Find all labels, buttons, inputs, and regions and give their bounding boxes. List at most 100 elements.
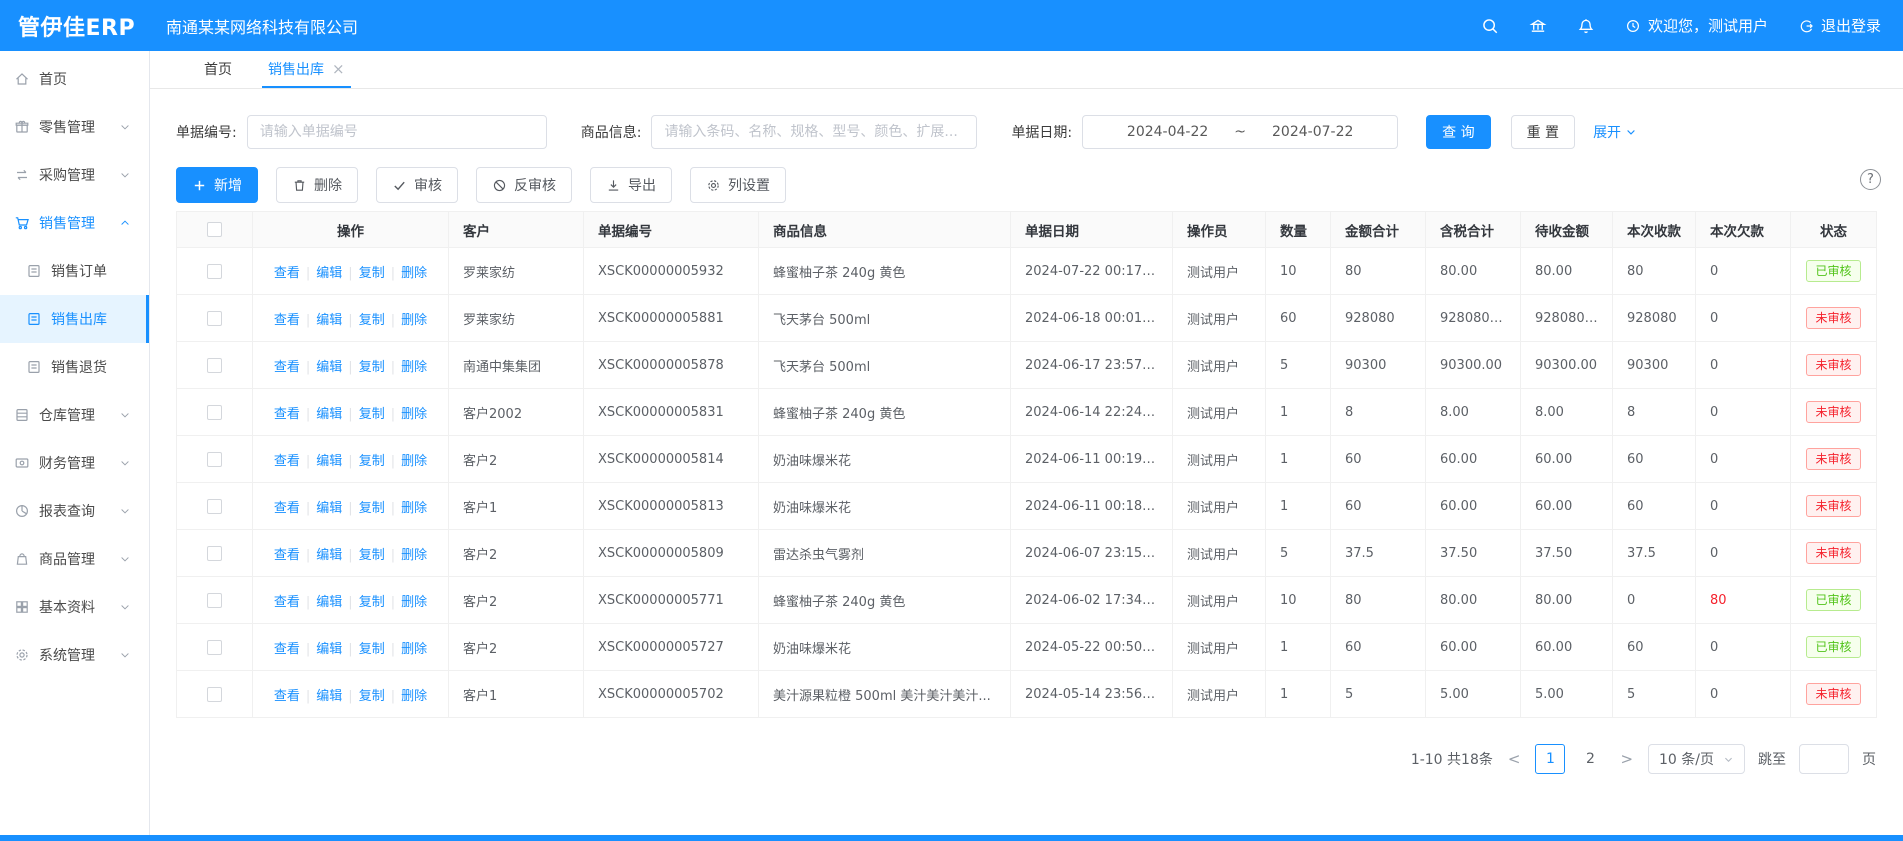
export-button[interactable]: 导出: [590, 167, 672, 203]
row-checkbox[interactable]: [207, 405, 222, 420]
action-view-link[interactable]: 查看: [274, 642, 300, 657]
action-delete-link[interactable]: 删除: [401, 548, 427, 563]
action-view-link[interactable]: 查看: [274, 689, 300, 704]
action-edit-link[interactable]: 编辑: [316, 313, 342, 328]
action-delete-link[interactable]: 删除: [401, 313, 427, 328]
unaudit-button[interactable]: 反审核: [476, 167, 572, 203]
sidebar-subitem-sales-outbound[interactable]: 销售出库: [0, 295, 149, 343]
sidebar-item-warehouse[interactable]: 仓库管理: [0, 391, 149, 439]
sidebar-subitem-sales-order[interactable]: 销售订单: [0, 247, 149, 295]
action-copy-link[interactable]: 复制: [359, 595, 385, 610]
prev-page-icon[interactable]: <: [1506, 750, 1523, 768]
help-icon[interactable]: ?: [1860, 169, 1881, 190]
next-page-icon[interactable]: >: [1618, 750, 1635, 768]
search-button[interactable]: 查 询: [1426, 115, 1490, 149]
action-edit-link[interactable]: 编辑: [316, 266, 342, 281]
reset-button[interactable]: 重 置: [1511, 115, 1575, 149]
welcome-user[interactable]: 欢迎您，测试用户: [1625, 15, 1768, 36]
action-copy-link[interactable]: 复制: [359, 501, 385, 516]
search-icon[interactable]: [1481, 17, 1499, 35]
action-copy-link[interactable]: 复制: [359, 548, 385, 563]
action-copy-link[interactable]: 复制: [359, 689, 385, 704]
sidebar-item-sales[interactable]: 销售管理: [0, 199, 149, 247]
received-cell: 60: [1613, 436, 1696, 483]
audit-button[interactable]: 审核: [376, 167, 458, 203]
row-checkbox[interactable]: [207, 264, 222, 279]
product-info-input[interactable]: [651, 115, 977, 149]
action-edit-link[interactable]: 编辑: [316, 501, 342, 516]
chevron-down-icon: [119, 553, 131, 565]
action-delete-link[interactable]: 删除: [401, 266, 427, 281]
action-copy-link[interactable]: 复制: [359, 407, 385, 422]
date-cell: 2024-06-02 17:34:03: [1011, 577, 1173, 624]
bank-icon[interactable]: [1529, 17, 1547, 35]
row-checkbox[interactable]: [207, 593, 222, 608]
action-delete-link[interactable]: 删除: [401, 595, 427, 610]
action-delete-link[interactable]: 删除: [401, 501, 427, 516]
sidebar-item-basic[interactable]: 基本资料: [0, 583, 149, 631]
action-view-link[interactable]: 查看: [274, 360, 300, 375]
action-view-link[interactable]: 查看: [274, 548, 300, 563]
row-checkbox[interactable]: [207, 499, 222, 514]
action-edit-link[interactable]: 编辑: [316, 642, 342, 657]
action-edit-link[interactable]: 编辑: [316, 407, 342, 422]
action-view-link[interactable]: 查看: [274, 266, 300, 281]
row-checkbox[interactable]: [207, 358, 222, 373]
action-view-link[interactable]: 查看: [274, 313, 300, 328]
row-checkbox[interactable]: [207, 452, 222, 467]
sidebar-item-report[interactable]: 报表查询: [0, 487, 149, 535]
action-delete-link[interactable]: 删除: [401, 689, 427, 704]
bill-no-input[interactable]: [247, 115, 547, 149]
qty-cell: 60: [1266, 295, 1331, 342]
action-view-link[interactable]: 查看: [274, 501, 300, 516]
action-edit-link[interactable]: 编辑: [316, 454, 342, 469]
sidebar-item-retail[interactable]: 零售管理: [0, 103, 149, 151]
received-cell: 37.5: [1613, 530, 1696, 577]
action-view-link[interactable]: 查看: [274, 595, 300, 610]
row-checkbox[interactable]: [207, 687, 222, 702]
date-to-value[interactable]: 2024-07-22: [1272, 124, 1353, 140]
action-delete-link[interactable]: 删除: [401, 454, 427, 469]
action-copy-link[interactable]: 复制: [359, 454, 385, 469]
logout-button[interactable]: 退出登录: [1798, 15, 1881, 36]
action-edit-link[interactable]: 编辑: [316, 595, 342, 610]
row-checkbox[interactable]: [207, 546, 222, 561]
row-checkbox[interactable]: [207, 311, 222, 326]
action-view-link[interactable]: 查看: [274, 454, 300, 469]
sidebar-item-home[interactable]: 首页: [0, 55, 149, 103]
column-settings-button[interactable]: 列设置: [690, 167, 786, 203]
action-delete-link[interactable]: 删除: [401, 360, 427, 375]
action-copy-link[interactable]: 复制: [359, 266, 385, 281]
page-size-select[interactable]: 10 条/页: [1648, 744, 1745, 774]
sidebar-subitem-sales-return[interactable]: 销售退货: [0, 343, 149, 391]
page-button[interactable]: 2: [1575, 744, 1605, 774]
sidebar-item-product[interactable]: 商品管理: [0, 535, 149, 583]
tab-close-icon[interactable]: ×: [332, 60, 345, 78]
action-delete-link[interactable]: 删除: [401, 642, 427, 657]
select-all-checkbox[interactable]: [207, 222, 222, 237]
sidebar-item-system[interactable]: 系统管理: [0, 631, 149, 679]
jump-page-input[interactable]: [1799, 744, 1849, 774]
action-copy-link[interactable]: 复制: [359, 642, 385, 657]
add-button[interactable]: 新增: [176, 167, 258, 203]
date-from-value[interactable]: 2024-04-22: [1127, 124, 1208, 140]
chevron-down-icon: [1723, 754, 1734, 765]
sidebar-item-finance[interactable]: 财务管理: [0, 439, 149, 487]
row-checkbox[interactable]: [207, 640, 222, 655]
sidebar-item-purchase[interactable]: 采购管理: [0, 151, 149, 199]
bell-icon[interactable]: [1577, 17, 1595, 35]
expand-link[interactable]: 展开: [1593, 122, 1637, 142]
page-button[interactable]: 1: [1535, 744, 1565, 774]
action-copy-link[interactable]: 复制: [359, 360, 385, 375]
tab-home[interactable]: 首页: [198, 51, 238, 88]
receivable-cell: 928080.00: [1521, 295, 1613, 342]
delete-button[interactable]: 删除: [276, 167, 358, 203]
action-edit-link[interactable]: 编辑: [316, 548, 342, 563]
action-edit-link[interactable]: 编辑: [316, 689, 342, 704]
date-range-picker[interactable]: 2024-04-22 ~ 2024-07-22: [1082, 115, 1398, 149]
action-copy-link[interactable]: 复制: [359, 313, 385, 328]
tab-sales-outbound[interactable]: 销售出库×: [262, 51, 351, 88]
action-edit-link[interactable]: 编辑: [316, 360, 342, 375]
action-view-link[interactable]: 查看: [274, 407, 300, 422]
action-delete-link[interactable]: 删除: [401, 407, 427, 422]
